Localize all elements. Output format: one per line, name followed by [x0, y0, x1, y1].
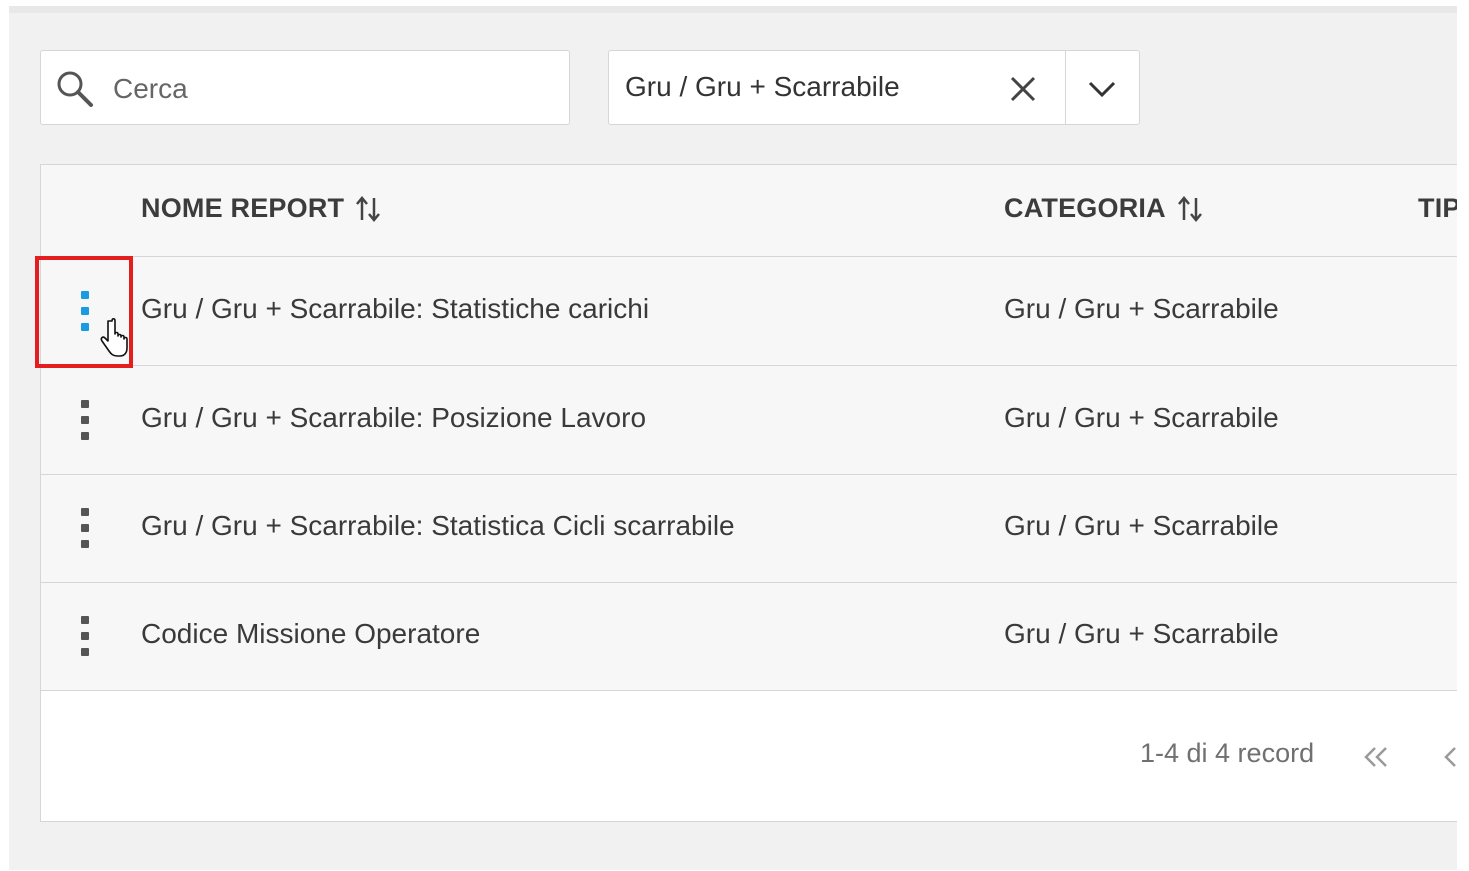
- column-header-label: TIP: [1418, 193, 1457, 223]
- search-icon: [57, 71, 93, 107]
- table-row[interactable]: Gru / Gru + Scarrabile: Statistica Cicli…: [41, 474, 1457, 583]
- table-row[interactable]: Gru / Gru + Scarrabile: Statistiche cari…: [41, 257, 1457, 366]
- search-input[interactable]: [111, 65, 555, 113]
- chevron-down-icon[interactable]: [1083, 71, 1121, 107]
- row-menu-icon[interactable]: [77, 616, 93, 656]
- report-category: Gru / Gru + Scarrabile: [1004, 402, 1279, 433]
- row-menu-icon[interactable]: [77, 508, 93, 548]
- pagination-summary: 1-4 di 4 record: [1140, 738, 1315, 768]
- row-menu-icon[interactable]: [77, 400, 93, 440]
- table-header: NOME REPORT CATEGORIA TIP: [41, 165, 1457, 257]
- sort-icon[interactable]: [1176, 194, 1204, 224]
- table-row[interactable]: Codice Missione Operatore Gru / Gru + Sc…: [41, 582, 1457, 691]
- sort-icon[interactable]: [354, 194, 382, 224]
- report-name: Gru / Gru + Scarrabile: Posizione Lavoro: [141, 402, 647, 433]
- report-name: Codice Missione Operatore: [141, 618, 481, 649]
- report-name: Gru / Gru + Scarrabile: Statistiche cari…: [141, 293, 650, 324]
- top-divider: [9, 6, 1457, 13]
- report-category: Gru / Gru + Scarrabile: [1004, 293, 1279, 324]
- column-header-categoria[interactable]: CATEGORIA: [1004, 193, 1204, 224]
- reports-table: NOME REPORT CATEGORIA TIP Gru / Gru + Sc…: [40, 164, 1457, 822]
- column-header-nome-report[interactable]: NOME REPORT: [141, 193, 382, 224]
- clear-icon[interactable]: [1005, 71, 1041, 107]
- chevron-left-icon[interactable]: [1441, 744, 1457, 770]
- column-header-label: CATEGORIA: [1004, 193, 1166, 223]
- report-category: Gru / Gru + Scarrabile: [1004, 618, 1279, 649]
- column-header-label: NOME REPORT: [141, 193, 345, 223]
- category-select[interactable]: Gru / Gru + Scarrabile: [608, 50, 1140, 125]
- column-header-tipo[interactable]: TIP: [1418, 193, 1457, 224]
- table-row[interactable]: Gru / Gru + Scarrabile: Posizione Lavoro…: [41, 366, 1457, 475]
- row-menu-icon[interactable]: [77, 291, 93, 331]
- report-name: Gru / Gru + Scarrabile: Statistica Cicli…: [141, 510, 735, 541]
- double-chevron-left-icon[interactable]: [1361, 744, 1391, 770]
- report-category: Gru / Gru + Scarrabile: [1004, 510, 1279, 541]
- select-divider: [1065, 51, 1066, 124]
- search-box[interactable]: [40, 50, 570, 125]
- category-select-value: Gru / Gru + Scarrabile: [625, 71, 900, 102]
- report-list-panel: Gru / Gru + Scarrabile NOME REPORT CA: [9, 6, 1457, 870]
